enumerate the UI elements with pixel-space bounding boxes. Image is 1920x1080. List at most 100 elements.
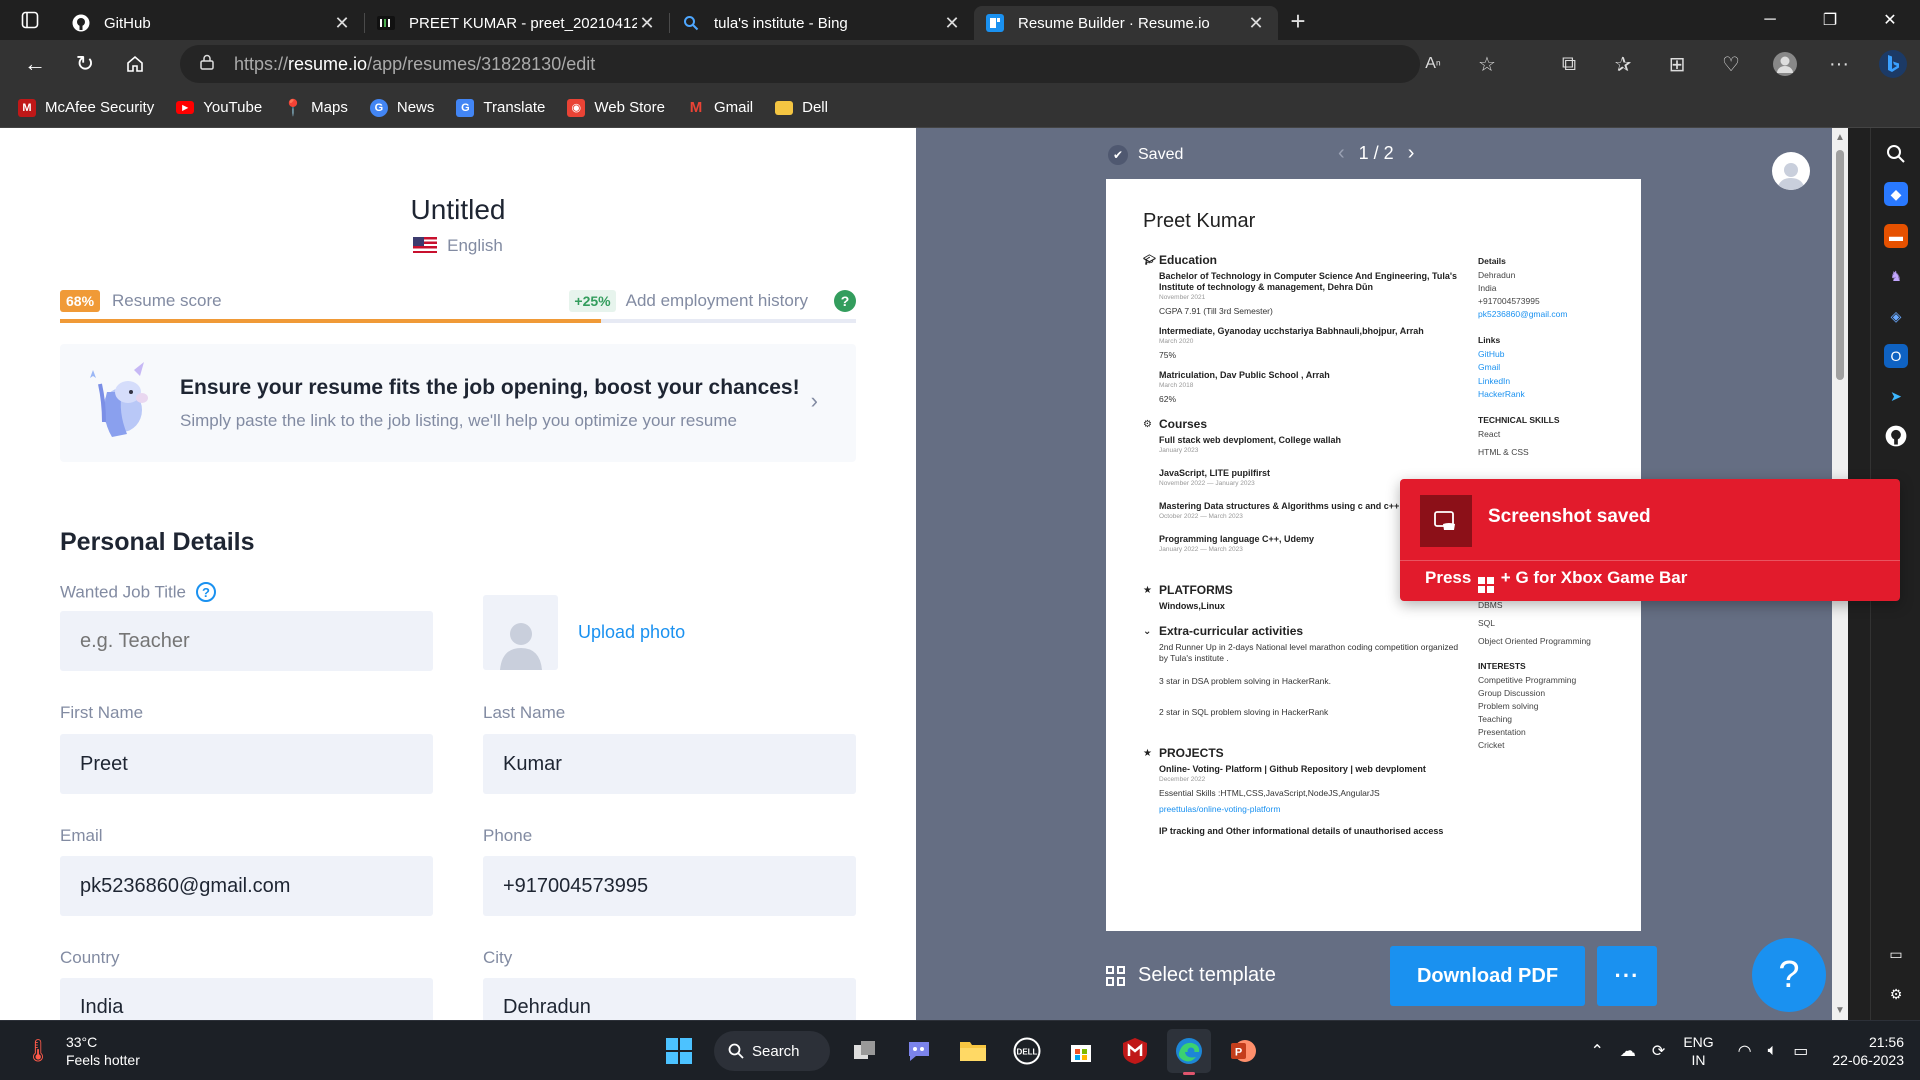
browser-essentials-icon[interactable]: ♡ xyxy=(1704,44,1758,84)
sidebar-copilot-icon[interactable]: ◈ xyxy=(1884,304,1908,328)
entry-text: Essential Skills :HTML,CSS,JavaScript,No… xyxy=(1159,788,1380,798)
sidebar-split-icon[interactable]: ▭ xyxy=(1884,942,1908,966)
last-name-input[interactable]: Kumar xyxy=(483,734,856,794)
help-button[interactable]: ? xyxy=(1752,938,1826,1012)
dell-icon[interactable]: DELL xyxy=(1005,1029,1049,1073)
bookmark-gmail[interactable]: M Gmail xyxy=(687,99,753,117)
bookmark-mcafee[interactable]: M McAfee Security xyxy=(18,98,154,117)
close-window-icon[interactable]: ✕ xyxy=(1860,0,1920,40)
more-options-icon[interactable]: ··· xyxy=(1812,44,1866,84)
tab-actions-button[interactable] xyxy=(0,0,60,40)
side-heading: Links xyxy=(1478,334,1501,345)
clock[interactable]: 21:56 22-06-2023 xyxy=(1832,1033,1904,1069)
entry-text: CGPA 7.91 (Till 3rd Semester) xyxy=(1159,306,1273,316)
score-tip[interactable]: +25% Add employment history ? xyxy=(569,290,856,312)
minimize-icon[interactable]: ─ xyxy=(1740,0,1800,40)
back-icon[interactable]: ← xyxy=(10,44,60,84)
wifi-icon[interactable]: ◠ xyxy=(1738,1041,1752,1061)
taskbar-search[interactable]: Search xyxy=(714,1031,830,1071)
collections-icon[interactable]: ⊞ xyxy=(1650,44,1704,84)
task-view-icon[interactable] xyxy=(843,1029,887,1073)
onedrive-icon[interactable]: ☁ xyxy=(1620,1041,1636,1061)
close-tab-icon[interactable]: ✕ xyxy=(942,13,962,34)
resume-extracurricular: ⌄ Extra-curricular activities 2nd Runner … xyxy=(1143,624,1463,718)
bookmark-dell[interactable]: Dell xyxy=(775,99,828,116)
bookmark-translate[interactable]: G Translate xyxy=(456,98,545,117)
scroll-down-icon[interactable]: ▼ xyxy=(1835,1005,1845,1016)
close-tab-icon[interactable]: ✕ xyxy=(332,13,352,34)
city-input[interactable]: Dehradun xyxy=(483,978,856,1020)
youtube-icon: ▶ xyxy=(176,101,195,114)
upload-photo-link[interactable]: Upload photo xyxy=(578,622,685,643)
tab-naukri[interactable]: PREET KUMAR - preet_20210412 ✕ xyxy=(365,6,669,40)
start-icon[interactable] xyxy=(657,1029,701,1073)
chevron-up-icon[interactable]: ⌃ xyxy=(1591,1041,1604,1061)
sidebar-tools-icon[interactable]: ▬ xyxy=(1884,224,1908,248)
sidebar-github-icon[interactable] xyxy=(1884,424,1908,448)
edge-icon[interactable] xyxy=(1167,1029,1211,1075)
bookmark-webstore[interactable]: ◉ Web Store xyxy=(567,98,665,117)
add-favorite-icon[interactable]: ☆ xyxy=(1460,44,1514,84)
sync-icon[interactable]: ⟳ xyxy=(1652,1041,1665,1061)
close-tab-icon[interactable]: ✕ xyxy=(637,13,657,34)
email-input[interactable]: pk5236860@gmail.com xyxy=(60,856,433,916)
account-avatar[interactable] xyxy=(1772,152,1810,190)
bookmark-youtube[interactable]: ▶ YouTube xyxy=(176,99,262,116)
select-template-button[interactable]: Select template xyxy=(1106,964,1276,987)
tab-github[interactable]: GitHub ✕ xyxy=(60,6,364,40)
mcafee-taskbar-icon[interactable] xyxy=(1113,1029,1157,1073)
chevron-right-icon[interactable]: › xyxy=(811,388,818,414)
sidebar-search-icon[interactable] xyxy=(1884,142,1908,166)
maximize-icon[interactable]: ❐ xyxy=(1800,0,1860,40)
job-boost-banner[interactable]: Ensure your resume fits the job opening,… xyxy=(60,344,856,462)
profile-icon[interactable] xyxy=(1758,44,1812,84)
first-name-input[interactable]: Preet xyxy=(60,734,433,794)
screenshot-saved-toast[interactable]: Screenshot saved Press + G for Xbox Game… xyxy=(1400,479,1900,601)
read-aloud-icon[interactable]: Aⁿ xyxy=(1406,44,1460,84)
bing-chat-icon[interactable] xyxy=(1866,44,1920,84)
scroll-up-icon[interactable]: ▲ xyxy=(1835,132,1845,143)
extensions-icon[interactable]: ⧉ xyxy=(1542,44,1596,84)
refresh-icon[interactable]: ↻ xyxy=(60,44,110,84)
job-title-input[interactable] xyxy=(60,611,433,671)
side-item: Dehradun xyxy=(1478,270,1516,280)
help-circle-icon[interactable]: ? xyxy=(196,582,216,602)
new-tab-button[interactable]: + xyxy=(1278,6,1318,37)
side-item: HTML & CSS xyxy=(1478,446,1529,457)
close-tab-icon[interactable]: ✕ xyxy=(1246,13,1266,34)
resume-title[interactable]: Untitled xyxy=(0,194,916,226)
scrollbar-thumb[interactable] xyxy=(1836,150,1844,380)
powerpoint-icon[interactable]: P xyxy=(1221,1029,1265,1073)
favorites-icon[interactable]: ✰ xyxy=(1596,44,1650,84)
input-language[interactable]: ENG IN xyxy=(1683,1033,1713,1069)
next-page-icon[interactable]: › xyxy=(1408,142,1415,165)
bookmark-news[interactable]: G News xyxy=(369,98,434,117)
tab-resumeio[interactable]: Resume Builder · Resume.io ✕ xyxy=(974,6,1278,40)
maps-icon: 📍 xyxy=(283,99,304,117)
microsoft-store-icon[interactable] xyxy=(1059,1029,1103,1073)
volume-icon[interactable]: 🔈︎ xyxy=(1768,1042,1778,1060)
download-pdf-button[interactable]: Download PDF xyxy=(1390,946,1585,1006)
sidebar-outlook-icon[interactable]: O xyxy=(1884,344,1908,368)
phone-input[interactable]: +917004573995 xyxy=(483,856,856,916)
battery-icon[interactable]: ▭ xyxy=(1793,1041,1808,1061)
sidebar-settings-icon[interactable]: ⚙ xyxy=(1884,982,1908,1006)
country-input[interactable]: India xyxy=(60,978,433,1020)
address-bar[interactable]: https://resume.io/app/resumes/31828130/e… xyxy=(180,45,1420,83)
home-icon[interactable] xyxy=(110,44,160,84)
weather-widget[interactable]: 🌡 33°C Feels hotter xyxy=(24,1033,140,1069)
file-explorer-icon[interactable] xyxy=(951,1029,995,1073)
sidebar-shopping-icon[interactable]: ◆ xyxy=(1884,182,1908,206)
more-options-button[interactable]: ··· xyxy=(1597,946,1657,1006)
bookmark-label: Dell xyxy=(802,99,828,116)
language-selector[interactable]: English xyxy=(0,236,916,256)
bookmark-maps[interactable]: 📍 Maps xyxy=(283,99,348,117)
teams-chat-icon[interactable] xyxy=(897,1029,941,1073)
sidebar-send-icon[interactable]: ➤ xyxy=(1884,384,1908,408)
photo-placeholder[interactable] xyxy=(483,595,558,670)
tab-bing[interactable]: tula's institute - Bing ✕ xyxy=(670,6,974,40)
svg-text:DELL: DELL xyxy=(1017,1048,1038,1057)
sidebar-games-icon[interactable]: ♞ xyxy=(1884,264,1908,288)
score-help-icon[interactable]: ? xyxy=(834,290,856,312)
prev-page-icon[interactable]: ‹ xyxy=(1338,142,1345,165)
